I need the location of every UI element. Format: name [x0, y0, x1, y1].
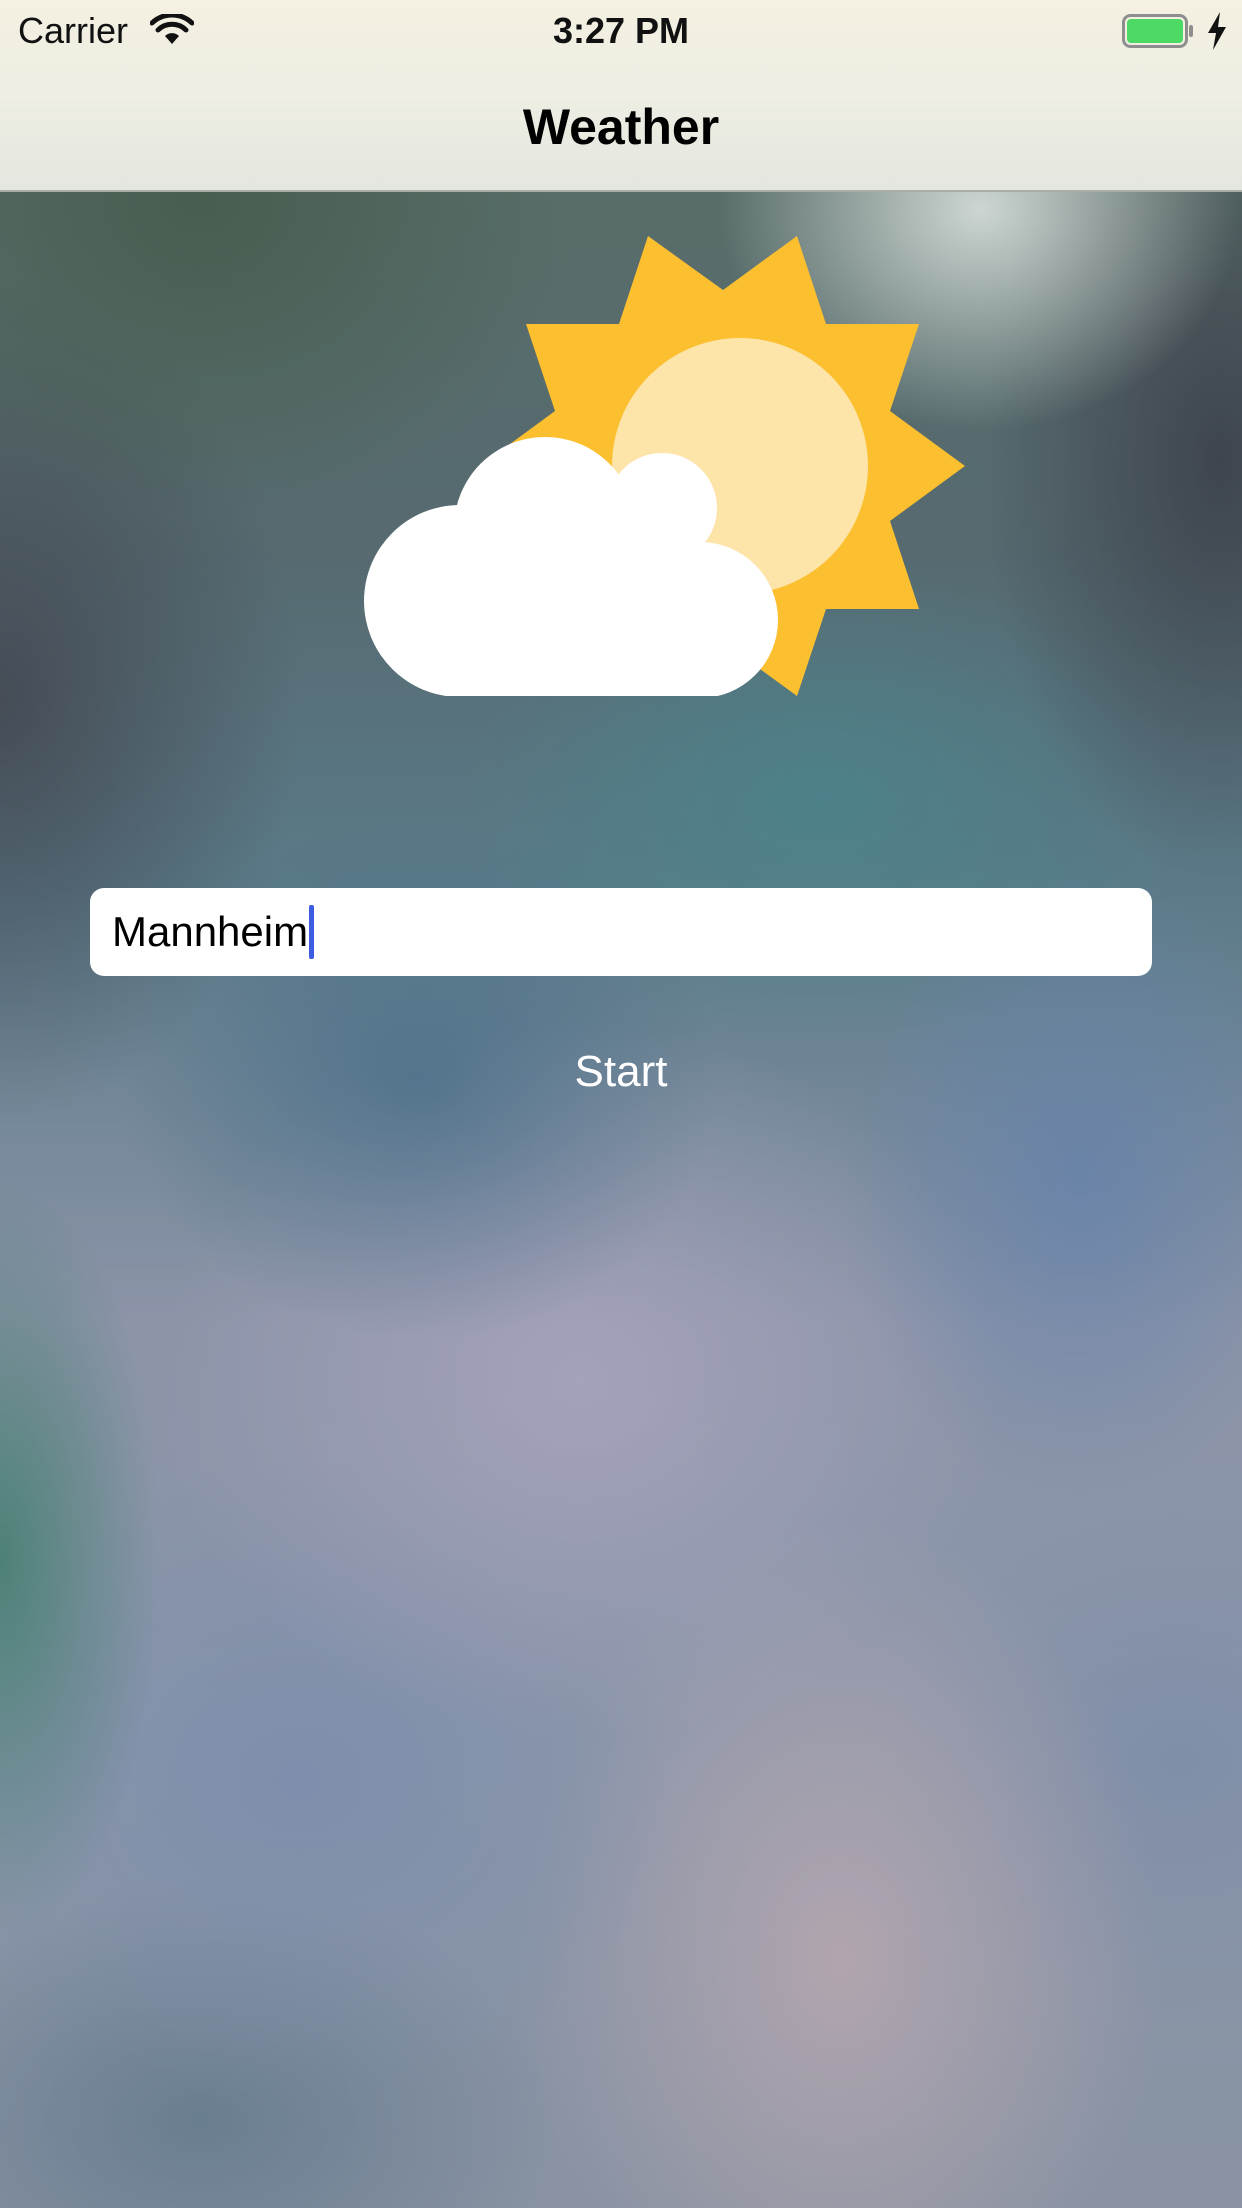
charging-icon — [1208, 12, 1226, 50]
partly-cloudy-icon — [364, 236, 965, 696]
battery-icon — [1122, 14, 1193, 48]
app-screen: Carrier 3:27 PM Weather Mannheim Start — [0, 0, 1242, 2208]
navigation-bar: Carrier 3:27 PM Weather — [0, 0, 1242, 192]
start-button[interactable]: Start — [521, 1040, 721, 1104]
city-input[interactable]: Mannheim — [90, 888, 1152, 976]
status-bar: Carrier 3:27 PM — [0, 0, 1242, 62]
city-input-value: Mannheim — [112, 908, 309, 955]
text-cursor — [309, 905, 315, 959]
page-title: Weather — [522, 99, 720, 155]
status-time: 3:27 PM — [552, 10, 690, 51]
